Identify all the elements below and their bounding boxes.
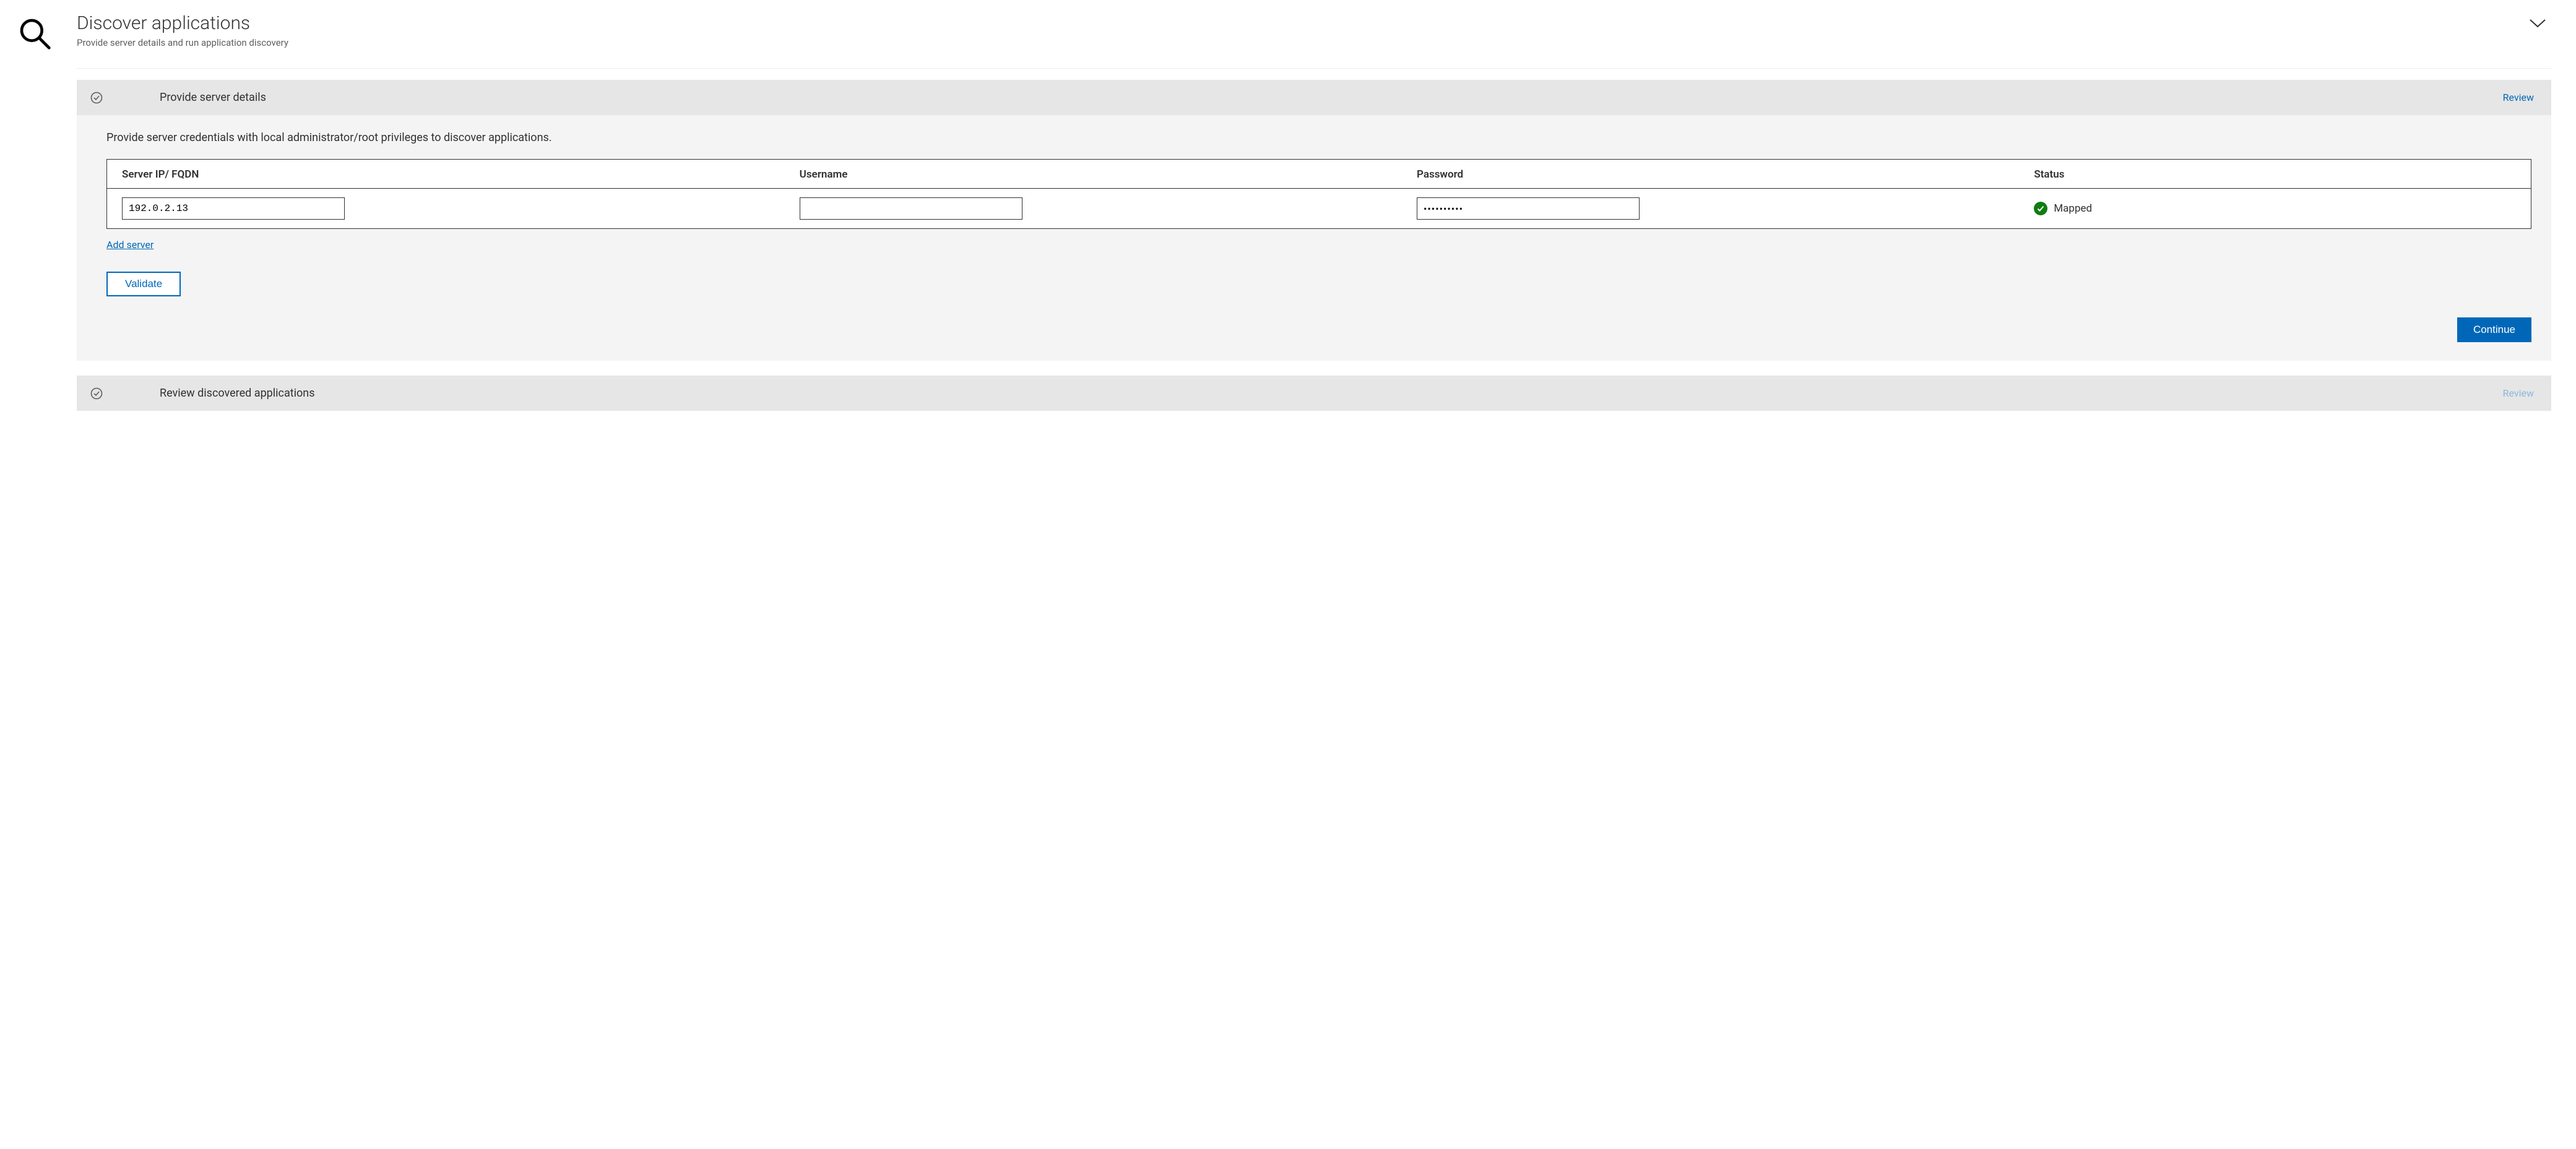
password-input[interactable] [1417, 197, 1640, 220]
page-subtitle: Provide server details and run applicati… [77, 37, 2509, 48]
server-table: Server IP/ FQDN Username Password Status [106, 159, 2531, 229]
checkmark-circle-icon [89, 92, 104, 104]
checkmark-circle-icon [89, 387, 104, 400]
col-username: Username [800, 168, 1402, 181]
col-status: Status [2034, 168, 2516, 181]
status-success-icon [2034, 202, 2047, 215]
page-title: Discover applications [77, 12, 2509, 35]
step2-header[interactable]: Review discovered applications Review [77, 376, 2551, 411]
table-row: Mapped [107, 189, 2531, 228]
step2-title: Review discovered applications [104, 387, 2503, 400]
continue-button[interactable]: Continue [2457, 317, 2531, 342]
chevron-down-icon[interactable] [2529, 12, 2551, 31]
step1-review-link[interactable]: Review [2503, 92, 2534, 103]
status-text: Mapped [2054, 202, 2092, 215]
col-password: Password [1417, 168, 2019, 181]
search-icon [12, 12, 57, 51]
col-server: Server IP/ FQDN [122, 168, 785, 181]
step1-header[interactable]: Provide server details Review [77, 80, 2551, 115]
validate-button[interactable]: Validate [106, 272, 181, 296]
add-server-link[interactable]: Add server [106, 239, 153, 251]
server-ip-input[interactable] [122, 197, 345, 220]
username-input[interactable] [800, 197, 1022, 220]
step1-body: Provide server credentials with local ad… [77, 115, 2551, 361]
step1-title: Provide server details [104, 91, 2503, 104]
step2-review-link[interactable]: Review [2503, 387, 2534, 399]
step1-instruction: Provide server credentials with local ad… [106, 131, 2531, 144]
